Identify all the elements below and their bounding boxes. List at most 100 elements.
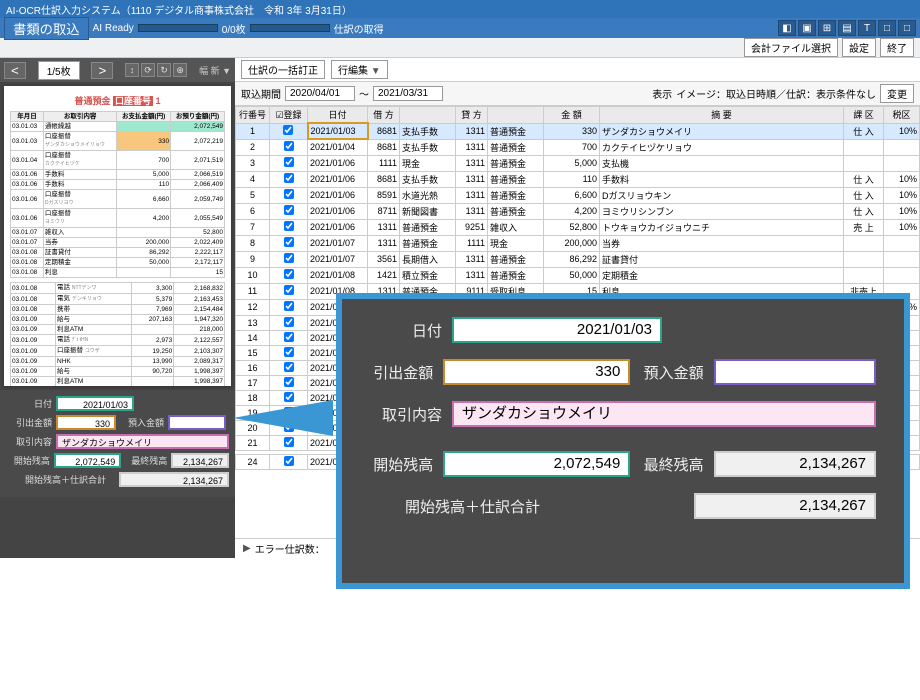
title-bar: AI-OCR仕訳入力システム（1110 デジタル商事株式会社 令和 3年 3月3… xyxy=(0,0,920,18)
preview-row[interactable]: 03.01.08証書貸付86,2922,222,117 xyxy=(11,248,225,258)
journal-col: ☑登録 xyxy=(270,107,308,124)
preview-row[interactable]: 03.01.04口座振替カクテイヒヅケ7002,071,519 xyxy=(11,151,225,170)
next-page-button[interactable]: > xyxy=(91,62,113,79)
register-checkbox[interactable] xyxy=(283,125,293,135)
detail-deposit-label: 預入金額 xyxy=(120,416,164,429)
preview-row[interactable]: 03.01.03口座振替ザンダカショウメイリョウ3302,072,219 xyxy=(11,132,225,151)
tool-icon-7[interactable]: □ xyxy=(898,20,916,36)
register-checkbox[interactable] xyxy=(284,362,294,372)
document-preview[interactable]: 普通預金 口座番号 1 年月日 お取引内容 お支払金額(円) お預り金額(円) … xyxy=(4,86,231,386)
preview-row[interactable]: 03.01.06口座振替Dガスリヨウ6,6602,059,749 xyxy=(11,190,225,209)
journal-col: 貸 方 xyxy=(456,107,488,124)
reload-icon[interactable]: ↻ xyxy=(157,63,171,77)
register-checkbox[interactable] xyxy=(284,173,294,183)
batch-edit-button[interactable]: 仕訳の一括訂正 xyxy=(241,60,325,79)
file-select-button[interactable]: 会計ファイル選択 xyxy=(744,38,838,57)
preview-row[interactable]: 03.01.06手数料5,0002,066,519 xyxy=(11,170,225,180)
co-deposit-label: 預入金額 xyxy=(640,362,703,383)
prev-page-button[interactable]: < xyxy=(4,62,26,79)
register-checkbox[interactable] xyxy=(284,285,294,295)
preview-row[interactable]: 03.01.08携帯7,9692,154,484 xyxy=(11,305,225,315)
co-date-field[interactable]: 2021/01/03 xyxy=(452,317,662,343)
register-checkbox[interactable] xyxy=(284,205,294,215)
register-checkbox[interactable] xyxy=(284,456,294,466)
right-toolbar: 仕訳の一括訂正 行編集 ▼ xyxy=(235,58,920,82)
journal-col: 金 額 xyxy=(544,107,600,124)
co-deposit-field[interactable] xyxy=(714,359,876,385)
preview-row[interactable]: 03.01.07雑収入52,800 xyxy=(11,228,225,238)
preview-row[interactable]: 03.01.08定期積金50,0002,172,117 xyxy=(11,258,225,268)
journal-row[interactable]: 52021/01/068591水道光熱1311普通預金6,600Dガスリョウキン… xyxy=(236,187,920,203)
journal-row[interactable]: 62021/01/068711新聞図書1311普通預金4,200ヨミウリシンブン… xyxy=(236,203,920,219)
tool-icon-2[interactable]: ▣ xyxy=(798,20,816,36)
preview-row[interactable]: 03.01.06口座振替ヨミウリ4,2002,055,549 xyxy=(11,209,225,228)
journal-row[interactable]: 72021/01/061311普通預金9251雑収入52,800トウキョウカイジ… xyxy=(236,219,920,235)
preview-row[interactable]: 03.01.09電話 ﾁﾞt tHN2,9732,122,557 xyxy=(11,335,225,346)
settings-button[interactable]: 設定 xyxy=(842,38,876,57)
tool-icon-3[interactable]: ⊞ xyxy=(818,20,836,36)
change-button[interactable]: 変更 xyxy=(880,84,914,103)
preview-row[interactable]: 03.01.08利息15 xyxy=(11,268,225,278)
register-checkbox[interactable] xyxy=(284,347,294,357)
detail-end-label: 最終残高 xyxy=(125,454,167,467)
register-checkbox[interactable] xyxy=(284,141,294,151)
main-toolbar: 書類の取込 AI Ready 0/0枚 仕訳の取得 ◧ ▣ ⊞ ▤ T □ □ xyxy=(0,18,920,38)
journal-row[interactable]: 22021/01/048681支払手数1311普通預金700カクテイヒヅケリョウ xyxy=(236,139,920,155)
fit-icon[interactable]: ↕ xyxy=(125,63,139,77)
left-pane: < 1/5枚 > ↕ ⟳ ↻ ⊕ 幅 新 ▼ 普通預金 口座番号 1 年月日 お… xyxy=(0,58,235,558)
detail-date-field[interactable]: 2021/01/03 xyxy=(56,396,134,411)
co-content-field[interactable]: ザンダカショウメイリ xyxy=(452,401,876,427)
register-checkbox[interactable] xyxy=(284,237,294,247)
import-docs-button[interactable]: 書類の取込 xyxy=(4,17,89,40)
period-from-input[interactable] xyxy=(285,86,355,101)
tool-icon-5[interactable]: T xyxy=(858,20,876,36)
preview-row[interactable]: 03.01.03通帳繰越2,072,549 xyxy=(11,122,225,132)
preview-row[interactable]: 03.01.09利息ATM218,000 xyxy=(11,325,225,335)
register-checkbox[interactable] xyxy=(284,301,294,311)
journal-col: 摘 要 xyxy=(600,107,844,124)
register-checkbox[interactable] xyxy=(284,221,294,231)
preview-row[interactable]: 03.01.09NHK13,9902,089,317 xyxy=(11,357,225,367)
register-checkbox[interactable] xyxy=(284,377,294,387)
journal-row[interactable]: 82021/01/071311普通預金1111現金200,000当券 xyxy=(236,235,920,251)
tilde: ～ xyxy=(359,86,369,101)
register-checkbox[interactable] xyxy=(284,332,294,342)
tool-icon-6[interactable]: □ xyxy=(878,20,896,36)
journal-row[interactable]: 12021/01/038681支払手数1311普通預金330ザンダカショウメイリ… xyxy=(236,123,920,139)
register-checkbox[interactable] xyxy=(284,157,294,167)
journal-row[interactable]: 42021/01/068681支払手数1311普通預金110手数料仕 入10% xyxy=(236,171,920,187)
preview-row[interactable]: 03.01.09利息ATM1,998,397 xyxy=(11,377,225,387)
detail-content-field[interactable]: ザンダカショウメイリ xyxy=(56,434,229,449)
detail-end-field: 2,134,267 xyxy=(171,453,229,468)
journal-row[interactable]: 102021/01/081421積立預金1311普通預金50,000定期積金 xyxy=(236,267,920,283)
preview-row[interactable]: 03.01.06手数料1102,066,409 xyxy=(11,180,225,190)
co-withdraw-field[interactable]: 330 xyxy=(443,359,630,385)
rotate-icon[interactable]: ⟳ xyxy=(141,63,155,77)
journal-row[interactable]: 32021/01/061111現金1311普通預金5,000支払機 xyxy=(236,155,920,171)
row-edit-button[interactable]: 行編集 ▼ xyxy=(331,60,388,79)
register-checkbox[interactable] xyxy=(284,437,294,447)
prev-col-content: お取引内容 xyxy=(43,112,116,122)
register-checkbox[interactable] xyxy=(284,253,294,263)
tool-icon-4[interactable]: ▤ xyxy=(838,20,856,36)
co-end-field: 2,134,267 xyxy=(714,451,876,477)
progress2-label: 仕訳の取得 xyxy=(334,21,384,36)
preview-row[interactable]: 03.01.09給与90,7201,998,397 xyxy=(11,367,225,377)
preview-row[interactable]: 03.01.08電話 NTTデンワ3,3002,168,832 xyxy=(11,283,225,294)
detail-withdraw-field[interactable]: 330 xyxy=(56,415,116,430)
preview-row[interactable]: 03.01.07当券200,0002,022,409 xyxy=(11,238,225,248)
journal-row[interactable]: 92021/01/073561長期借入1311普通預金86,292証書貸付 xyxy=(236,251,920,267)
period-to-input[interactable] xyxy=(373,86,443,101)
tool-icon-1[interactable]: ◧ xyxy=(778,20,796,36)
preview-row[interactable]: 03.01.08電気 デンキリョウ5,3792,163,453 xyxy=(11,294,225,305)
detail-deposit-field[interactable] xyxy=(168,415,226,430)
register-checkbox[interactable] xyxy=(284,189,294,199)
register-checkbox[interactable] xyxy=(284,317,294,327)
zoom-icon[interactable]: ⊕ xyxy=(173,63,187,77)
co-withdraw-label: 引出金額 xyxy=(370,362,433,383)
expand-icon[interactable]: ▶ xyxy=(243,543,251,554)
preview-row[interactable]: 03.01.09口座振替 コウザ19,2502,103,307 xyxy=(11,346,225,357)
register-checkbox[interactable] xyxy=(284,269,294,279)
exit-button[interactable]: 終了 xyxy=(880,38,914,57)
preview-row[interactable]: 03.01.09給与207,1631,947,320 xyxy=(11,315,225,325)
